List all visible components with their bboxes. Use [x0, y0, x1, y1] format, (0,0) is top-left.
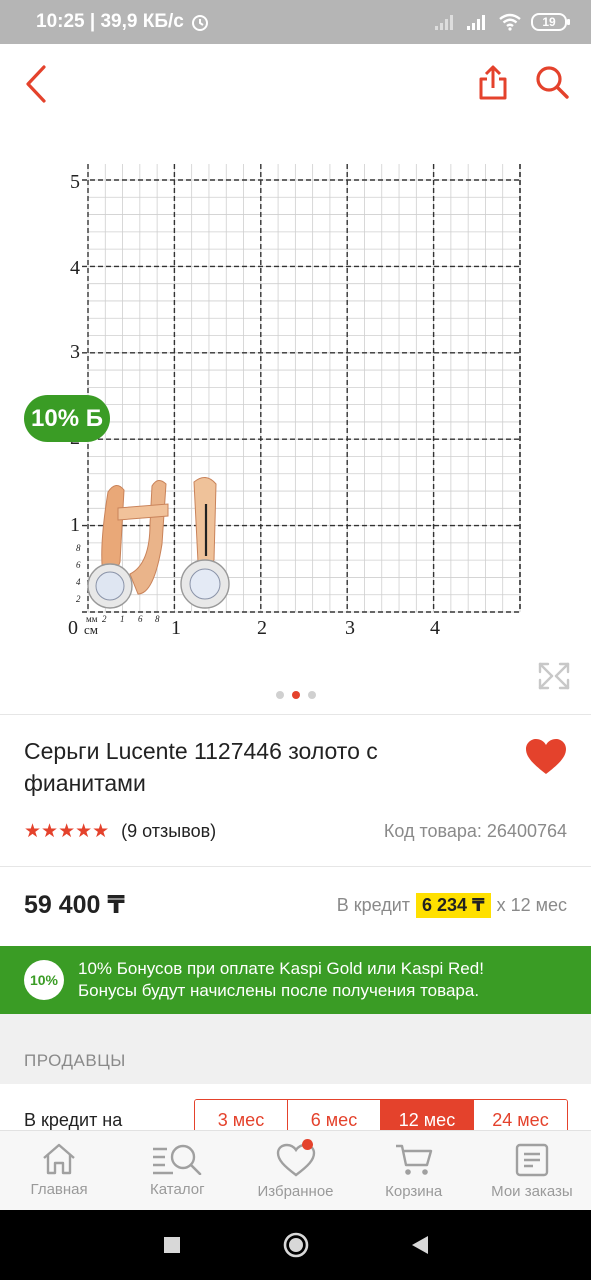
search-button[interactable]: [532, 62, 572, 102]
tab-orders-label: Мои заказы: [491, 1183, 573, 1200]
tab-cart-label: Корзина: [385, 1183, 443, 1200]
top-bar: [0, 44, 591, 124]
battery-icon: 19: [531, 13, 570, 31]
signal-icon-1: [435, 15, 453, 30]
bonus-badge: 10% Б: [24, 395, 110, 442]
share-icon: [479, 65, 507, 100]
back-arrow-icon: [26, 65, 46, 103]
ruler-label-2: 2: [257, 617, 267, 639]
ruler-label-0: 0: [68, 617, 78, 639]
ruler-v-3: 3: [70, 341, 80, 363]
product-code: Код товара: 26400764: [383, 821, 567, 841]
credit-prefix: В кредит: [336, 894, 410, 915]
ruler-v-4: 4: [70, 257, 80, 279]
wifi-icon: [499, 13, 521, 31]
heart-icon: [526, 739, 566, 774]
ruler-label-3: 3: [345, 617, 355, 639]
catalog-search-icon: [153, 1144, 202, 1175]
bonus-circle-icon: 10%: [24, 960, 64, 1000]
status-time: 10:25 | 39,9 КБ/с: [36, 11, 184, 32]
rating-stars: ★★★★★: [24, 821, 110, 842]
back-triangle-icon[interactable]: [410, 1234, 430, 1256]
ruler-mm-v-8: 8: [76, 543, 81, 553]
credit-suffix: x 12 мес: [496, 894, 567, 915]
tab-catalog-label: Каталог: [150, 1181, 205, 1198]
tab-catalog[interactable]: Каталог: [118, 1131, 236, 1210]
share-button[interactable]: [473, 60, 513, 104]
system-nav-bar: [0, 1210, 591, 1280]
ruler-label-1: 1: [171, 617, 181, 639]
sellers-title: ПРОДАВЦЫ: [24, 1051, 126, 1070]
tab-cart[interactable]: Корзина: [355, 1131, 473, 1210]
ruler-label-cm-unit: см: [84, 622, 98, 637]
search-icon: [536, 66, 569, 99]
orders-icon: [515, 1143, 549, 1177]
gallery-dot-active[interactable]: [292, 691, 300, 699]
ruler-v-5: 5: [70, 171, 80, 193]
ruler-mm-v-4: 4: [76, 577, 81, 587]
back-button[interactable]: [18, 62, 54, 106]
ruler-mm-v-6: 6: [76, 560, 81, 570]
alarm-icon: [191, 15, 208, 31]
home-icon: [43, 1143, 75, 1175]
favorite-button[interactable]: [525, 738, 567, 781]
ruler-mm-x-2: 2: [102, 614, 107, 624]
gallery-dot[interactable]: [308, 691, 316, 699]
gallery-dot[interactable]: [276, 691, 284, 699]
tab-favorites[interactable]: Избранное: [236, 1131, 354, 1210]
battery-level: 19: [542, 15, 556, 29]
divider: [0, 866, 591, 867]
signal-icon-2: [467, 15, 485, 30]
tab-home[interactable]: Главная: [0, 1131, 118, 1210]
status-bar: 10:25 | 39,9 КБ/с 19: [0, 0, 591, 44]
price: 59 400 ₸: [24, 891, 125, 919]
bonus-line-1: 10% Бонусов при оплате Kaspi Gold или Ka…: [78, 959, 484, 978]
tab-favorites-label: Избранное: [257, 1183, 334, 1200]
gallery-pagination: [276, 691, 316, 699]
cart-icon: [395, 1144, 432, 1175]
sellers-header: [0, 1014, 591, 1084]
divider: [0, 714, 591, 715]
ruler-label-4: 4: [430, 617, 440, 639]
bonus-banner: 10% 10% Бонусов при оплате Kaspi Gold ил…: [0, 946, 591, 1014]
ruler-mm-x-1: 1: [120, 614, 125, 624]
reviews-link[interactable]: (9 отзывов): [121, 821, 216, 842]
rating-row: ★★★★★ (9 отзывов) Код товара: 26400764: [24, 820, 567, 843]
credit-term-label: В кредит на: [24, 1110, 123, 1130]
price-row: 59 400 ₸ В кредит 6 234 ₸ x 12 мес: [24, 890, 567, 920]
bottom-tab-bar: Главная Каталог Избранное Корзина Мои за…: [0, 1130, 591, 1210]
bonus-line-2: Бонусы будут начислены после получения т…: [78, 981, 480, 1000]
home-circle-icon[interactable]: [282, 1231, 310, 1259]
credit-info: В кредит 6 234 ₸ x 12 мес: [336, 892, 567, 918]
product-title: Серьги Lucente 1127446 золото с фианитам…: [24, 738, 378, 796]
recent-apps-icon[interactable]: [162, 1235, 182, 1255]
credit-amount: 6 234 ₸: [416, 892, 491, 918]
expand-icon[interactable]: [538, 662, 570, 690]
ruler-v-1: 1: [70, 514, 80, 536]
tab-home-label: Главная: [30, 1181, 88, 1198]
ruler-mm-x-6: 6: [138, 614, 143, 624]
ruler-mm-x-8: 8: [155, 614, 160, 624]
tab-orders[interactable]: Мои заказы: [473, 1131, 591, 1210]
ruler-label-mm-unit: мм: [86, 614, 98, 624]
ruler-mm-v-2: 2: [76, 594, 81, 604]
earrings-image: [87, 477, 230, 609]
